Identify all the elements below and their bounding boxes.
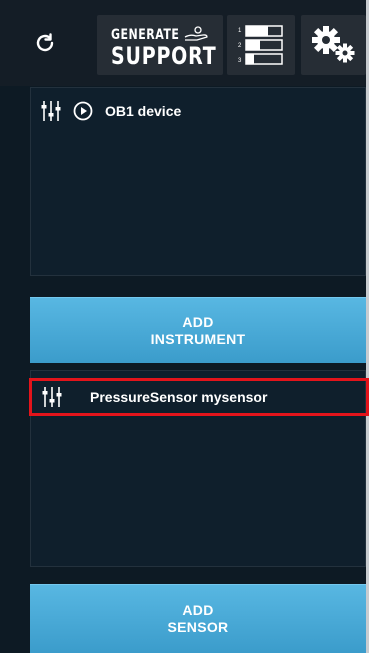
numbered-list-icon: 1 2 3	[238, 25, 283, 65]
instrument-label: OB1 device	[105, 103, 182, 119]
instruments-list: OB1 device	[30, 87, 366, 276]
sensors-list: PressureSensor mysensor	[29, 370, 369, 567]
mixer-sliders-icon[interactable]	[41, 100, 61, 122]
list-item-ob1-device[interactable]: OB1 device	[31, 88, 367, 134]
add-sensor-line1: ADD	[182, 602, 214, 618]
add-sensor-button[interactable]: ADD SENSOR	[30, 584, 366, 653]
generate-support-button[interactable]: GENERATE SUPPORT	[97, 15, 223, 75]
refresh-icon	[36, 33, 54, 52]
svg-text:3: 3	[238, 58, 242, 64]
add-instrument-line1: ADD	[182, 313, 214, 330]
helping-hand-icon	[185, 26, 209, 41]
sensor-label: PressureSensor mysensor	[90, 389, 268, 405]
refresh-button[interactable]	[28, 26, 62, 60]
add-sensor-line2: SENSOR	[167, 619, 229, 635]
svg-text:1: 1	[238, 28, 242, 34]
svg-text:2: 2	[238, 43, 242, 49]
add-instrument-line2: INSTRUMENT	[150, 330, 246, 347]
app-sidebar: GENERATE SUPPORT 1 2 3 OB1 device ADD IN…	[0, 0, 369, 653]
gears-icon	[311, 26, 354, 63]
settings-button[interactable]	[301, 15, 366, 75]
support-label: SUPPORT	[111, 42, 217, 70]
play-circle-icon[interactable]	[73, 101, 93, 121]
generate-label: GENERATE	[111, 25, 180, 43]
list-item-pressure-sensor[interactable]: PressureSensor mysensor	[29, 378, 369, 416]
toolbar: GENERATE SUPPORT 1 2 3	[0, 0, 366, 86]
mixer-sliders-icon[interactable]	[42, 386, 62, 408]
generate-row: GENERATE	[111, 26, 209, 42]
add-instrument-button[interactable]: ADD INSTRUMENT	[30, 297, 366, 363]
sequence-list-button[interactable]: 1 2 3	[227, 15, 295, 75]
